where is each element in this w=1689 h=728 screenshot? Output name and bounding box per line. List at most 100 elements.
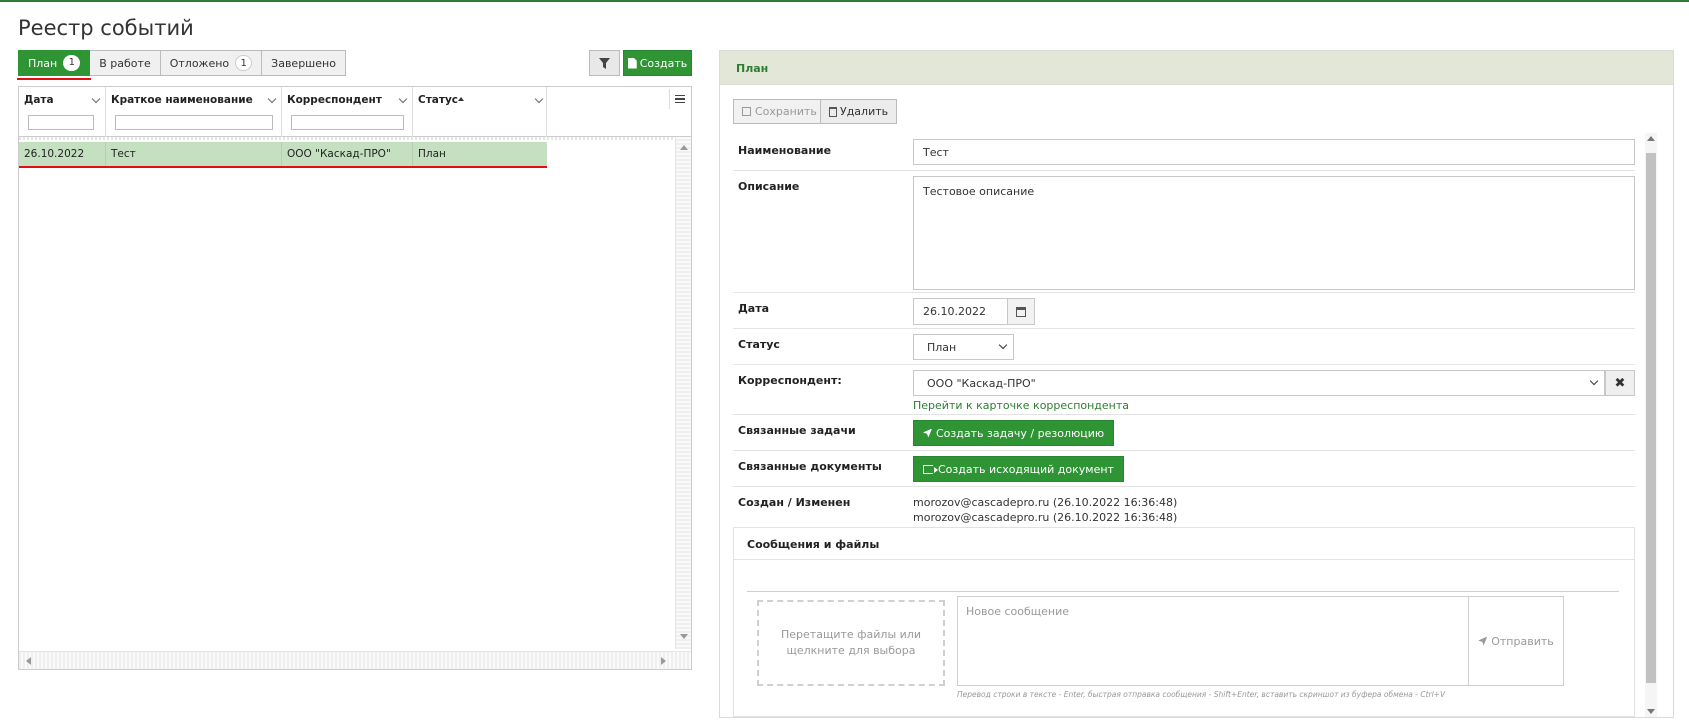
correspondent-select[interactable]: ООО "Каскад-ПРО"	[913, 370, 1605, 396]
correspondent-value: ООО "Каскад-ПРО"	[927, 376, 1036, 390]
create-button[interactable]: Создать	[623, 50, 692, 76]
column-title: Краткое наименование	[111, 94, 253, 106]
cell-date: 26.10.2022	[19, 142, 106, 166]
cell-correspondent: ООО "Каскад-ПРО"	[282, 142, 413, 166]
related-tasks-label: Связанные задачи	[738, 424, 856, 437]
grid-header: Дата Краткое наименование Корреспондент …	[19, 87, 691, 137]
chevron-down-icon[interactable]	[398, 94, 408, 104]
divider	[747, 591, 1619, 592]
save-label: Сохранить	[755, 105, 817, 118]
calendar-button[interactable]	[1007, 298, 1035, 325]
grid-vertical-scrollbar[interactable]	[675, 137, 691, 649]
date-label: Дата	[738, 302, 770, 315]
column-correspondent[interactable]: Корреспондент	[282, 87, 413, 137]
cell-name: Тест	[106, 142, 282, 166]
description-textarea[interactable]: Тестовое описание	[913, 176, 1635, 290]
cell-status: План	[418, 148, 446, 160]
send-button[interactable]: Отправить	[1469, 596, 1564, 686]
events-grid: Дата Краткое наименование Корреспондент …	[18, 86, 692, 670]
column-title: Корреспондент	[287, 94, 382, 106]
correspondent-card-link[interactable]: Перейти к карточке корреспондента	[913, 399, 1129, 412]
calendar-icon	[1016, 306, 1026, 317]
correspondent-label: Корреспондент:	[738, 374, 842, 387]
close-icon: ✖	[1614, 375, 1626, 391]
create-task-label: Создать задачу / резолюцию	[936, 426, 1105, 440]
scroll-right-icon[interactable]	[661, 657, 666, 665]
form-row-name: Наименование Тест	[733, 135, 1635, 171]
scroll-down-icon[interactable]	[1647, 709, 1655, 714]
panel-scrollbar[interactable]	[1645, 133, 1657, 717]
keyboard-hint: Перевод строки в тексте - Enter, быстрая…	[957, 690, 1446, 699]
chevron-down-icon[interactable]	[534, 94, 544, 104]
tab-label: Завершено	[271, 56, 336, 70]
correspondent-filter-input[interactable]	[291, 115, 404, 130]
column-title: Дата	[24, 94, 54, 106]
filter-button[interactable]	[589, 50, 620, 76]
status-select[interactable]: План	[913, 334, 1014, 360]
date-filter-input[interactable]	[28, 115, 94, 130]
tab-badge: 1	[63, 55, 81, 71]
delete-label: Удалить	[840, 105, 889, 118]
create-doc-label: Создать исходящий документ	[938, 462, 1114, 476]
tab-in-progress[interactable]: В работе	[89, 50, 161, 76]
table-row[interactable]: 26.10.2022 Тест ООО "Каскад-ПРО" План	[19, 142, 547, 168]
grid-horizontal-scrollbar[interactable]	[19, 651, 691, 669]
file-drop-zone[interactable]: Перетащите файлы или щелкните для выбора	[757, 600, 945, 686]
date-input[interactable]: 26.10.2022	[913, 298, 1008, 325]
trash-icon	[829, 106, 837, 117]
sort-ascending-icon	[458, 97, 464, 101]
modified-by-text: morozov@cascadepro.ru (26.10.2022 16:36:…	[913, 511, 1178, 524]
created-label: Создан / Изменен	[738, 496, 851, 509]
column-date[interactable]: Дата	[19, 87, 106, 137]
form-row-related-docs: Связанные документы Создать исходящий до…	[733, 451, 1635, 487]
event-form: Наименование Тест Описание Тестовое опис…	[733, 135, 1655, 719]
event-details-panel: План Сохранить Удалить Наименование Тест…	[719, 50, 1674, 718]
tab-label: В работе	[99, 56, 151, 70]
tab-plan[interactable]: План 1	[16, 50, 92, 80]
name-input[interactable]: Тест	[913, 139, 1635, 165]
form-row-created: Создан / Изменен morozov@cascadepro.ru (…	[733, 487, 1635, 527]
form-row-description: Описание Тестовое описание	[733, 171, 1635, 293]
clear-correspondent-button[interactable]: ✖	[1605, 370, 1635, 396]
create-label: Создать	[639, 56, 688, 70]
scroll-up-icon[interactable]	[680, 145, 688, 150]
filter-icon	[599, 57, 610, 69]
messages-header: Сообщения и файлы	[734, 528, 1634, 560]
panel-header: План	[720, 51, 1673, 85]
scrollbar-thumb[interactable]	[1646, 153, 1656, 683]
column-status[interactable]: Статус	[413, 87, 547, 137]
messages-block: Сообщения и файлы Перетащите файлы или щ…	[733, 527, 1635, 717]
messages-title: Сообщения и файлы	[747, 538, 880, 551]
chevron-down-icon	[1589, 376, 1599, 386]
grid-separator	[19, 137, 673, 140]
status-value: План	[927, 340, 957, 354]
tab-postponed[interactable]: Отложено 1	[159, 50, 263, 76]
description-label: Описание	[738, 180, 800, 193]
form-row-related-tasks: Связанные задачи Создать задачу / резолю…	[733, 415, 1635, 451]
scroll-up-icon[interactable]	[1647, 136, 1655, 141]
create-outgoing-document-button[interactable]: Создать исходящий документ	[913, 456, 1124, 482]
tab-label: Отложено	[169, 56, 230, 70]
delete-button[interactable]: Удалить	[820, 99, 898, 124]
tab-badge: 1	[235, 55, 253, 71]
document-icon	[627, 57, 637, 69]
export-icon	[923, 464, 938, 474]
save-button[interactable]: Сохранить	[733, 99, 826, 124]
scroll-left-icon[interactable]	[26, 657, 31, 665]
chevron-down-icon[interactable]	[267, 94, 277, 104]
paper-plane-icon	[1478, 636, 1488, 646]
new-message-input[interactable]: Новое сообщение	[957, 596, 1469, 686]
form-row-status: Статус План	[733, 329, 1635, 365]
name-label: Наименование	[738, 144, 832, 157]
create-task-button[interactable]: Создать задачу / резолюцию	[913, 420, 1115, 446]
chevron-down-icon[interactable]	[91, 94, 101, 104]
columns-menu-icon[interactable]	[669, 89, 689, 109]
column-name[interactable]: Краткое наименование	[106, 87, 282, 137]
send-label: Отправить	[1491, 634, 1554, 648]
status-tabs: План 1 В работе Отложено 1 Завершено	[16, 50, 346, 80]
panel-title: План	[736, 62, 769, 75]
tab-completed[interactable]: Завершено	[261, 50, 346, 76]
top-accent-line	[0, 0, 1689, 2]
name-filter-input[interactable]	[115, 115, 273, 130]
scroll-down-icon[interactable]	[680, 634, 688, 639]
